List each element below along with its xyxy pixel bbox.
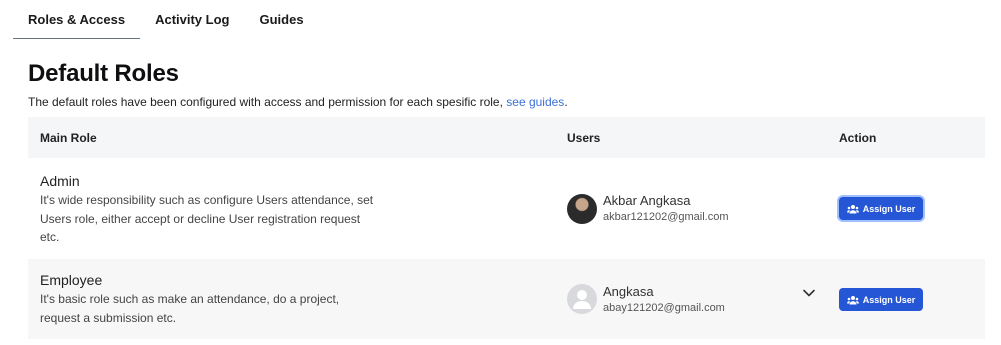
default-avatar-icon	[567, 284, 597, 314]
assign-user-button[interactable]: Assign User	[839, 197, 923, 220]
table-row: Employee It's basic role such as make an…	[28, 259, 985, 339]
role-name: Admin	[40, 173, 80, 189]
subtitle-end: .	[564, 95, 568, 109]
page-title: Default Roles	[28, 60, 179, 87]
role-name: Employee	[40, 272, 103, 288]
role-description: It's wide responsibility such as configu…	[40, 193, 374, 244]
user-email: akbar121202@gmail.com	[603, 211, 729, 223]
assign-user-label: Assign User	[862, 203, 916, 214]
tab-guides[interactable]: Guides	[244, 0, 318, 39]
column-header-action: Action	[839, 131, 877, 145]
role-description: It's basic role such as make an attendan…	[40, 292, 340, 325]
user-avatar	[567, 194, 597, 224]
column-header-users: Users	[567, 131, 601, 145]
see-guides-link[interactable]: see guides	[506, 95, 564, 109]
users-icon	[846, 204, 859, 213]
subtitle-text: The default roles have been configured w…	[28, 95, 507, 109]
tab-activity-log[interactable]: Activity Log	[140, 0, 244, 39]
users-icon	[846, 295, 859, 304]
page-subtitle: The default roles have been configured w…	[28, 95, 568, 109]
user-email: abay121202@gmail.com	[603, 302, 725, 314]
table-row: Admin It's wide responsibility such as c…	[28, 158, 985, 259]
tab-bar: Roles & Access Activity Log Guides	[13, 0, 319, 40]
roles-table: Main Role Users Action Admin It's wide r…	[28, 117, 985, 339]
user-name: Angkasa	[603, 284, 654, 299]
column-header-main-role: Main Role	[40, 131, 97, 145]
assign-user-button[interactable]: Assign User	[839, 288, 923, 311]
tab-roles-access[interactable]: Roles & Access	[13, 0, 141, 39]
table-header: Main Role Users Action	[28, 117, 985, 158]
user-name: Akbar Angkasa	[603, 193, 691, 208]
assign-user-label: Assign User	[862, 294, 916, 305]
chevron-down-icon[interactable]	[802, 286, 816, 300]
